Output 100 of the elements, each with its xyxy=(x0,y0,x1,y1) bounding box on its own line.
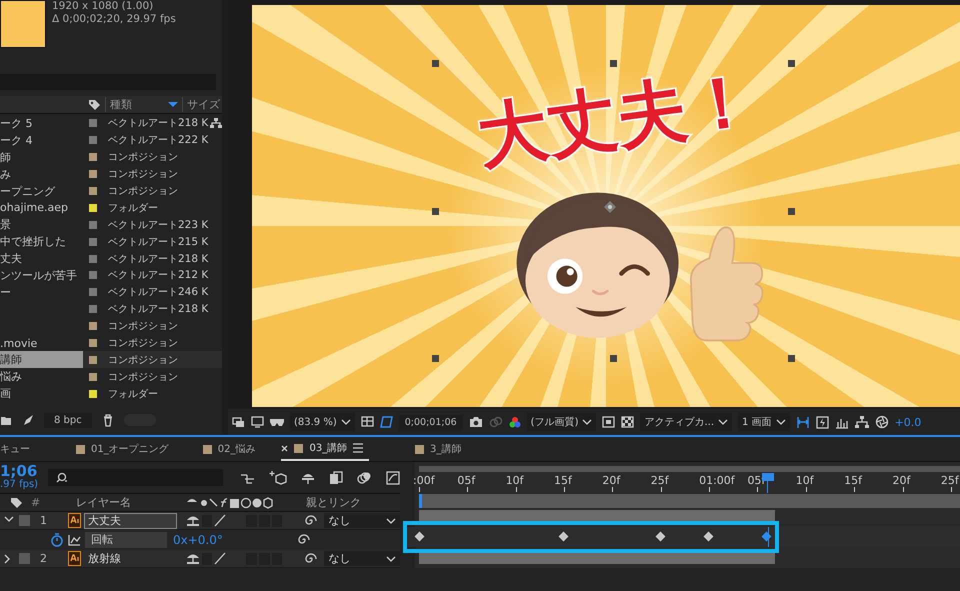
flowchart-icon[interactable] xyxy=(210,118,222,128)
project-item[interactable]: 画 フォルダー xyxy=(0,385,222,402)
transparency-grid-icon[interactable] xyxy=(621,416,634,428)
project-item[interactable]: ープニング コンポジション xyxy=(0,182,222,200)
layer-name[interactable]: 放射線 xyxy=(84,552,176,566)
magnification-dropdown[interactable]: (83.9 %) xyxy=(290,413,355,432)
fast-preview-icon[interactable] xyxy=(816,416,829,429)
region-icon[interactable] xyxy=(602,416,616,428)
comp-tab[interactable]: 03_講師 xyxy=(281,437,370,461)
item-type: フォルダー xyxy=(108,202,159,215)
view-layout-dropdown[interactable]: 1 画面 xyxy=(738,413,790,432)
nodes-icon[interactable] xyxy=(241,472,255,484)
glasses-icon[interactable] xyxy=(270,417,284,428)
project-item[interactable]: ー ベクトルアート 246 K xyxy=(0,284,222,301)
project-item[interactable]: .movie コンポジション xyxy=(0,334,222,352)
comp-tab[interactable]: 01_オープニング xyxy=(76,437,175,461)
keyframe[interactable] xyxy=(558,532,569,542)
stopwatch-icon[interactable] xyxy=(50,533,64,547)
project-item[interactable]: ーク 4 ベクトルアート 222 K xyxy=(0,132,222,149)
close-icon[interactable] xyxy=(281,444,288,452)
project-item[interactable]: 講師 コンポジション xyxy=(0,351,222,368)
camera-dropdown[interactable]: アクティブカ... xyxy=(640,413,732,432)
selection-handle[interactable] xyxy=(432,208,439,215)
project-item[interactable]: ンツールが苦手 ベクトルアート 212 K xyxy=(0,267,222,284)
property-value[interactable]: 0x+0.0° xyxy=(171,533,293,547)
color-channels-icon[interactable] xyxy=(508,416,521,428)
column-header[interactable]: 種類 xyxy=(110,97,132,112)
item-name: 景 xyxy=(0,217,11,232)
selection-handle[interactable] xyxy=(788,355,795,362)
selection-handle[interactable] xyxy=(610,355,617,362)
project-item[interactable]: ーク 5 ベクトルアート 218 K xyxy=(0,115,222,132)
search-field[interactable] xyxy=(48,469,223,486)
camera-icon[interactable] xyxy=(468,416,483,428)
frame-blend-icon[interactable] xyxy=(329,470,343,484)
timecode-field[interactable]: 0;00;01;06 xyxy=(398,414,463,430)
pen-icon[interactable] xyxy=(22,414,34,426)
item-size: 223 K xyxy=(178,218,208,231)
motion-blur-icon[interactable] xyxy=(357,470,372,484)
shy-switch-icon[interactable] xyxy=(186,552,200,565)
sparkle-cube-icon[interactable] xyxy=(269,470,287,485)
sort-arrow-icon[interactable] xyxy=(168,102,178,107)
quality-slash-icon[interactable] xyxy=(214,552,226,565)
flowchart-icon[interactable] xyxy=(854,416,869,428)
project-item[interactable]: コンポジション xyxy=(0,318,222,335)
exposure-value[interactable]: +0.0 xyxy=(894,416,922,429)
resolution-dropdown[interactable]: (フル画質) xyxy=(526,413,596,432)
parent-dropdown[interactable]: なし xyxy=(324,551,400,566)
column-header: 親とリンク xyxy=(306,495,361,510)
shutter-icon[interactable] xyxy=(874,415,889,430)
selection-handle[interactable] xyxy=(610,60,617,67)
project-item[interactable]: 丈夫 ベクトルアート 218 K xyxy=(0,250,222,268)
project-item[interactable]: 師 コンポジション xyxy=(0,148,222,166)
layer-number: 1 xyxy=(40,514,48,527)
anchor-point-icon[interactable] xyxy=(604,201,616,213)
keyframe[interactable] xyxy=(655,532,666,542)
current-time[interactable]: 1;06 xyxy=(0,464,48,479)
keyframe[interactable] xyxy=(761,532,772,542)
item-name: ーク 5 xyxy=(0,116,32,131)
project-item[interactable]: 中で挫折した ベクトルアート 215 K xyxy=(0,233,222,250)
label-tag-icon[interactable] xyxy=(10,496,23,509)
graph-editor-icon[interactable] xyxy=(386,470,400,484)
project-item[interactable]: ohajime.aep フォルダー xyxy=(0,199,222,216)
comp-tab[interactable]: 02_悩み xyxy=(202,437,262,461)
keyframe[interactable] xyxy=(704,532,714,542)
folder-icon[interactable] xyxy=(0,414,12,426)
bit-depth-button[interactable]: 8 bpc xyxy=(44,412,92,428)
selection-handle[interactable] xyxy=(788,60,795,67)
view-sync-icon[interactable] xyxy=(796,416,810,429)
quality-slash-icon[interactable] xyxy=(214,514,226,527)
graph-icon[interactable] xyxy=(68,534,81,546)
monitor-icon[interactable] xyxy=(251,416,264,428)
mask-path-icon[interactable] xyxy=(380,415,393,430)
caret-icon xyxy=(386,556,396,562)
pick-whip-icon[interactable] xyxy=(304,514,318,526)
layer-name[interactable]: 大丈夫 xyxy=(84,514,176,528)
item-type: ベクトルアート xyxy=(108,218,178,232)
project-item[interactable]: み コンポジション xyxy=(0,166,222,183)
label-swatch[interactable] xyxy=(19,553,30,564)
selection-handle[interactable] xyxy=(788,208,795,215)
layers-icon[interactable] xyxy=(232,416,245,428)
menu-icon[interactable] xyxy=(353,443,364,453)
selection-handle[interactable] xyxy=(432,355,439,362)
keyframe[interactable] xyxy=(414,532,424,542)
pick-whip-icon[interactable] xyxy=(297,534,311,546)
parent-dropdown[interactable]: なし xyxy=(324,513,400,528)
project-item[interactable]: ベクトルアート 218 K xyxy=(0,300,222,318)
label-tag-icon[interactable] xyxy=(88,98,101,111)
item-type: ベクトルアート xyxy=(108,134,178,148)
project-item[interactable]: 悩み コンポジション xyxy=(0,368,222,386)
flowchart-tab[interactable]: 3_講師 xyxy=(415,437,468,461)
selection-handle[interactable] xyxy=(432,60,439,67)
trash-icon[interactable] xyxy=(102,414,114,426)
comp-tab[interactable]: キュー xyxy=(0,437,36,461)
shy-switch-icon[interactable] xyxy=(186,514,200,527)
label-swatch[interactable] xyxy=(19,515,30,526)
pick-whip-icon[interactable] xyxy=(304,552,318,564)
project-item[interactable]: 景 ベクトルアート 223 K xyxy=(0,216,222,234)
grid-icon[interactable] xyxy=(360,416,374,428)
column-header[interactable]: サイズ xyxy=(187,97,220,112)
item-name: 画 xyxy=(0,386,11,402)
